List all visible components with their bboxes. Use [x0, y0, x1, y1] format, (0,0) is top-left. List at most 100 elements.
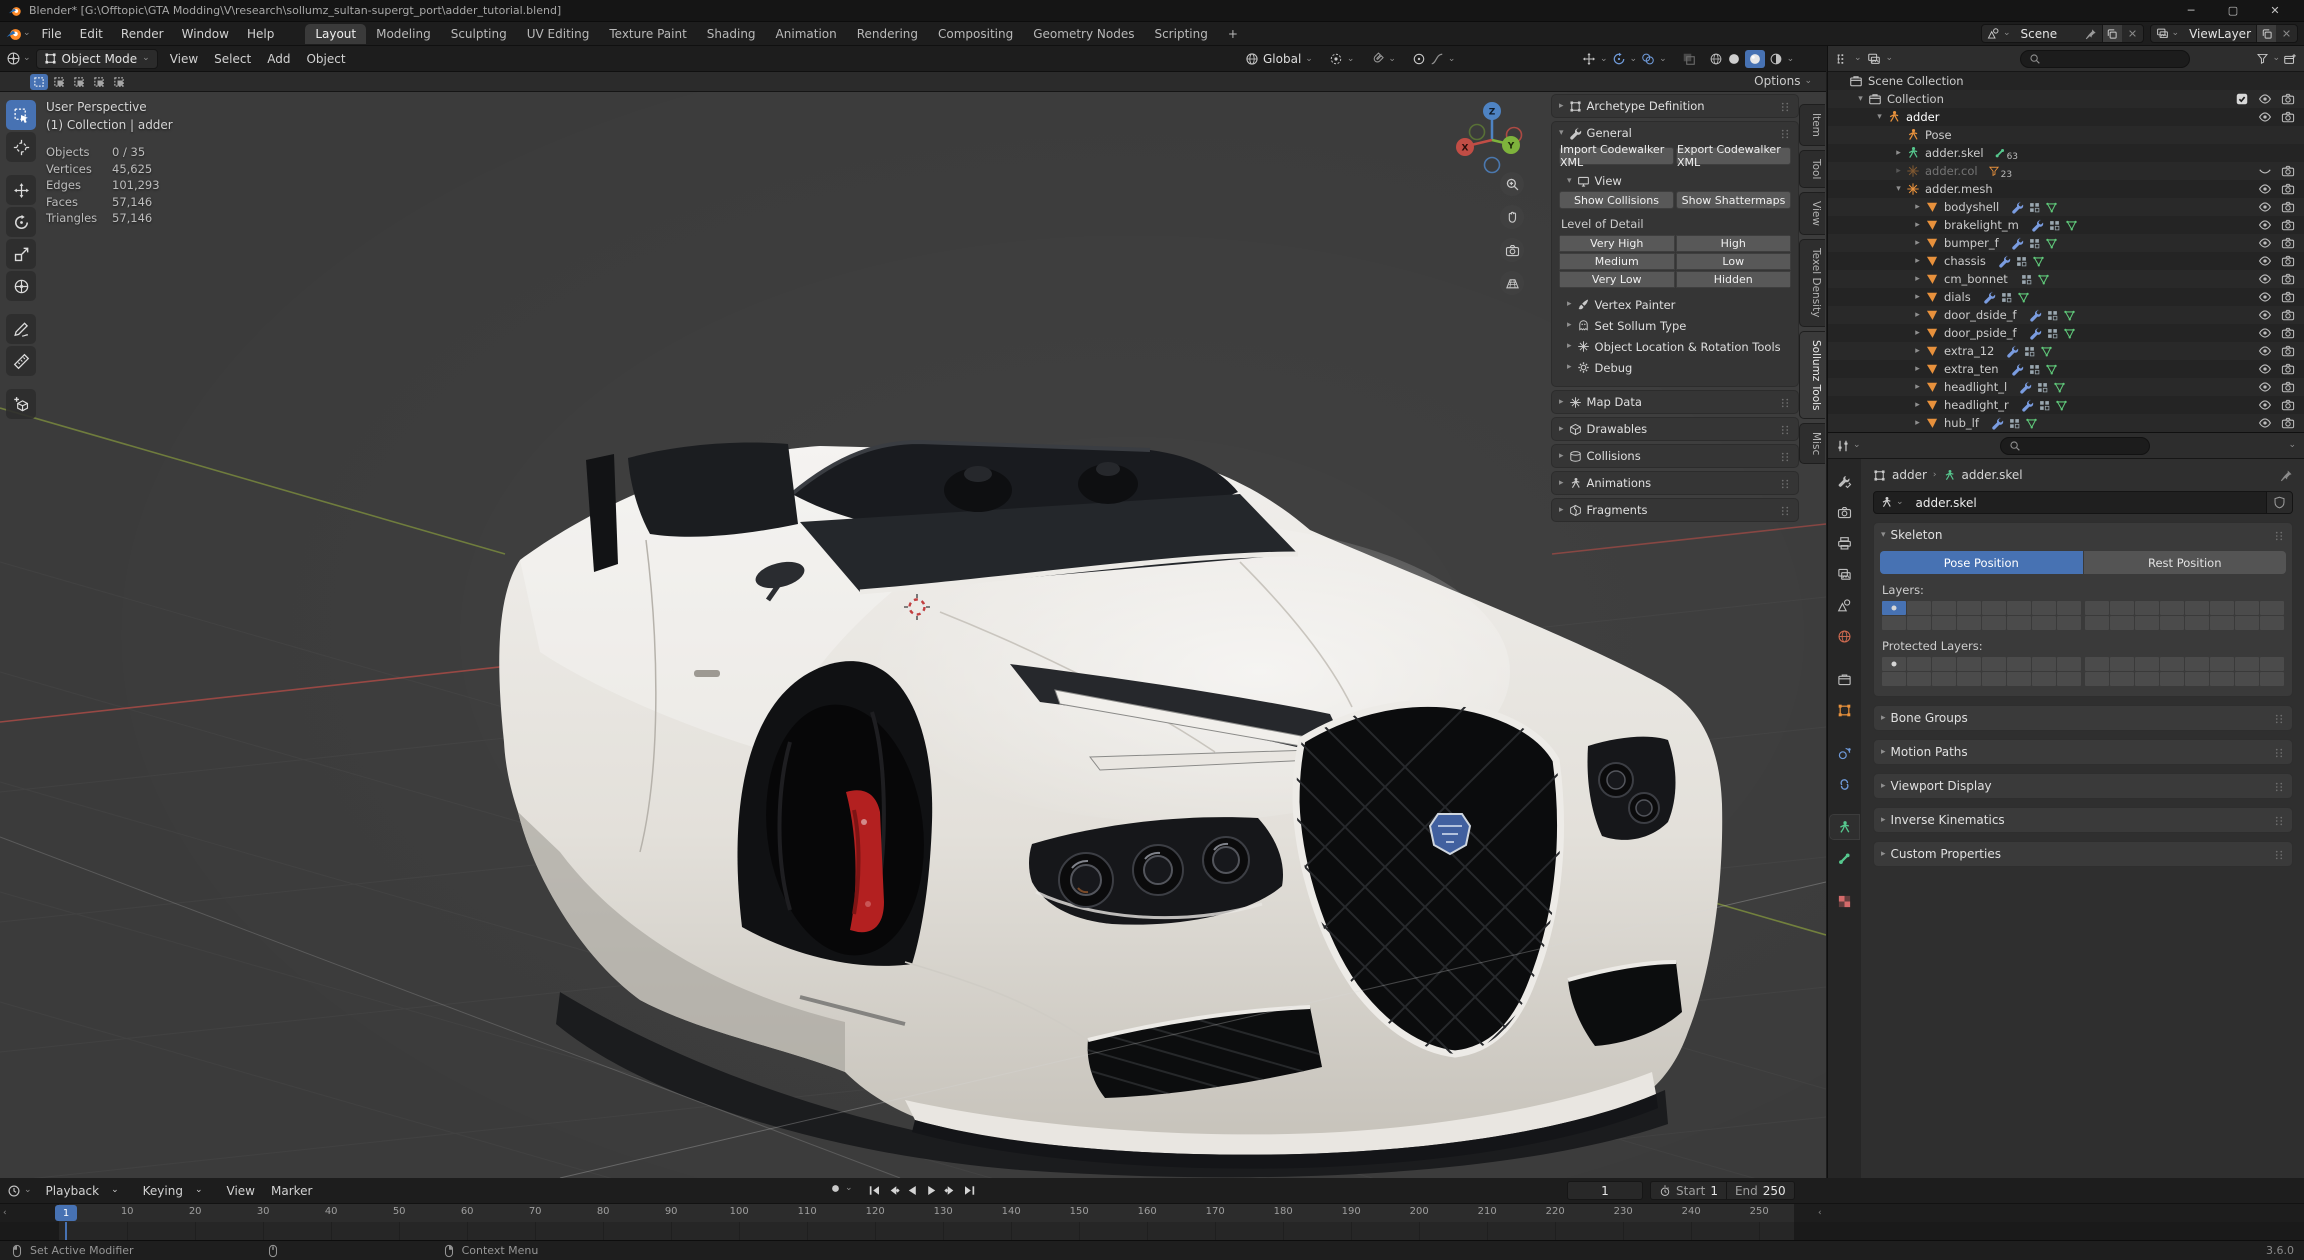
eye-toggle-icon[interactable]: [2258, 290, 2272, 304]
falloff-icon[interactable]: [1430, 52, 1444, 66]
cam-toggle-icon[interactable]: [2281, 200, 2295, 214]
measure-tool[interactable]: [6, 346, 36, 376]
layer-cell[interactable]: [2057, 657, 2081, 671]
eye-toggle-icon[interactable]: [2258, 326, 2272, 340]
eye-toggle-icon[interactable]: [2258, 272, 2272, 286]
layer-cell[interactable]: [2185, 657, 2209, 671]
layer-cell[interactable]: [2185, 672, 2209, 686]
workspace-tab-shading[interactable]: Shading: [697, 24, 766, 44]
layer-cell[interactable]: [1907, 672, 1931, 686]
eye-closed-toggle-icon[interactable]: [2258, 164, 2272, 178]
blender-menu-icon[interactable]: [6, 26, 22, 42]
add-cube-tool[interactable]: [6, 389, 36, 419]
play-button[interactable]: [923, 1181, 940, 1200]
lod-low[interactable]: Low: [1676, 253, 1792, 270]
pose-position-button[interactable]: Pose Position: [1880, 551, 2083, 574]
properties-tab-scene[interactable]: [1830, 593, 1859, 617]
breadcrumb-data[interactable]: adder.skel: [1962, 468, 2023, 482]
maximize-button[interactable]: ▢: [2212, 0, 2254, 22]
pin-icon[interactable]: [2280, 469, 2293, 482]
eye-toggle-icon[interactable]: [2258, 182, 2272, 196]
expander-icon[interactable]: ▾: [1891, 184, 1906, 194]
layer-cell[interactable]: [2085, 657, 2109, 671]
lod-very-high[interactable]: Very High: [1559, 235, 1675, 252]
properties-tab-world[interactable]: [1830, 624, 1859, 648]
cam-toggle-icon[interactable]: [2281, 344, 2295, 358]
play-reverse-button[interactable]: [904, 1181, 921, 1200]
subpanel-debug[interactable]: ▸Debug: [1559, 357, 1791, 378]
select-box-tool[interactable]: [6, 100, 36, 130]
outliner-row-pose[interactable]: Pose: [1828, 126, 2304, 144]
outliner-search-input[interactable]: [2020, 50, 2190, 68]
outliner-row-scene-collection[interactable]: Scene Collection: [1828, 72, 2304, 90]
layer-cell[interactable]: [2057, 616, 2081, 630]
select-mode-extend[interactable]: [50, 74, 68, 90]
layer-cell[interactable]: [1982, 601, 2006, 615]
expander-icon[interactable]: ▸: [1910, 418, 1925, 428]
jump-to-start-button[interactable]: [866, 1181, 883, 1200]
sidebar-tab-tool[interactable]: Tool: [1799, 150, 1825, 188]
sidebar-tab-misc[interactable]: Misc: [1799, 423, 1825, 464]
layer-cell[interactable]: [2235, 657, 2259, 671]
next-keyframe-button[interactable]: [942, 1181, 959, 1200]
drag-grip-icon[interactable]: [2273, 747, 2285, 759]
end-frame-field[interactable]: End 250: [1726, 1182, 1794, 1199]
properties-tab-physics[interactable]: [1830, 741, 1859, 765]
check-toggle-icon[interactable]: [2235, 92, 2249, 106]
minimize-button[interactable]: ─: [2170, 0, 2212, 22]
outliner-row-hub-lf[interactable]: ▸hub_lf: [1828, 414, 2304, 432]
pan-hand-icon[interactable]: [1500, 205, 1524, 229]
layer-cell[interactable]: [2085, 601, 2109, 615]
layer-cell[interactable]: [1957, 657, 1981, 671]
layer-cell[interactable]: [2110, 616, 2134, 630]
datablock-name[interactable]: adder.skel: [1910, 492, 2266, 513]
camera-view-icon[interactable]: [1500, 238, 1524, 262]
layer-cell[interactable]: [1957, 601, 1981, 615]
eye-toggle-icon[interactable]: [2258, 416, 2272, 430]
outliner-row-adder[interactable]: ▾adder: [1828, 108, 2304, 126]
layer-cell[interactable]: [2160, 657, 2184, 671]
outliner-row-collection[interactable]: ▾Collection: [1828, 90, 2304, 108]
lod-medium[interactable]: Medium: [1559, 253, 1675, 270]
eye-toggle-icon[interactable]: [2258, 398, 2272, 412]
cam-toggle-icon[interactable]: [2281, 290, 2295, 304]
workspace-tab-scripting[interactable]: Scripting: [1144, 24, 1217, 44]
drag-grip-icon[interactable]: [1779, 101, 1791, 113]
orientation-selector[interactable]: Global: [1263, 52, 1301, 66]
mode-selector[interactable]: Object Mode ⌄: [36, 49, 158, 69]
show-collisions-button[interactable]: Show Collisions: [1559, 191, 1674, 209]
editor-type-icon[interactable]: [6, 51, 21, 66]
layer-cell[interactable]: [2110, 601, 2134, 615]
layer-cell[interactable]: [2260, 672, 2284, 686]
scale-tool[interactable]: [6, 239, 36, 269]
menu-window[interactable]: Window: [173, 24, 238, 44]
new-scene-icon[interactable]: [2106, 28, 2118, 40]
eye-toggle-icon[interactable]: [2258, 362, 2272, 376]
import-codewalker-button[interactable]: Import Codewalker XML: [1559, 147, 1674, 165]
expander-icon[interactable]: ▸: [1891, 148, 1906, 158]
eye-toggle-icon[interactable]: [2258, 254, 2272, 268]
outliner-row-bodyshell[interactable]: ▸bodyshell: [1828, 198, 2304, 216]
expander-icon[interactable]: ▸: [1910, 382, 1925, 392]
workspace-tab-modeling[interactable]: Modeling: [366, 24, 441, 44]
layer-cell[interactable]: [2160, 616, 2184, 630]
options-dropdown[interactable]: Options ⌄: [1754, 74, 1812, 88]
sidebar-tab-item[interactable]: Item: [1799, 104, 1825, 146]
eye-toggle-icon[interactable]: [2258, 308, 2272, 322]
layer-cell[interactable]: [1932, 616, 1956, 630]
annotate-tool[interactable]: [6, 314, 36, 344]
workspace-tab-texture-paint[interactable]: Texture Paint: [599, 24, 696, 44]
layer-cell[interactable]: [2057, 672, 2081, 686]
layer-cell[interactable]: [2085, 616, 2109, 630]
chevron-down-icon[interactable]: ⌄: [2288, 441, 2296, 450]
transform-tool[interactable]: [6, 271, 36, 301]
shading-rendered-icon[interactable]: [1769, 52, 1783, 66]
viewport-canvas[interactable]: User Perspective (1) Collection | adder …: [0, 92, 1826, 1178]
layer-cell[interactable]: [2135, 601, 2159, 615]
select-mode-invert[interactable]: [90, 74, 108, 90]
move-tool[interactable]: [6, 175, 36, 205]
layer-cell[interactable]: [2210, 616, 2234, 630]
export-codewalker-button[interactable]: Export Codewalker XML: [1676, 147, 1791, 165]
drag-grip-icon[interactable]: [1779, 397, 1791, 409]
layer-cell[interactable]: [1907, 657, 1931, 671]
